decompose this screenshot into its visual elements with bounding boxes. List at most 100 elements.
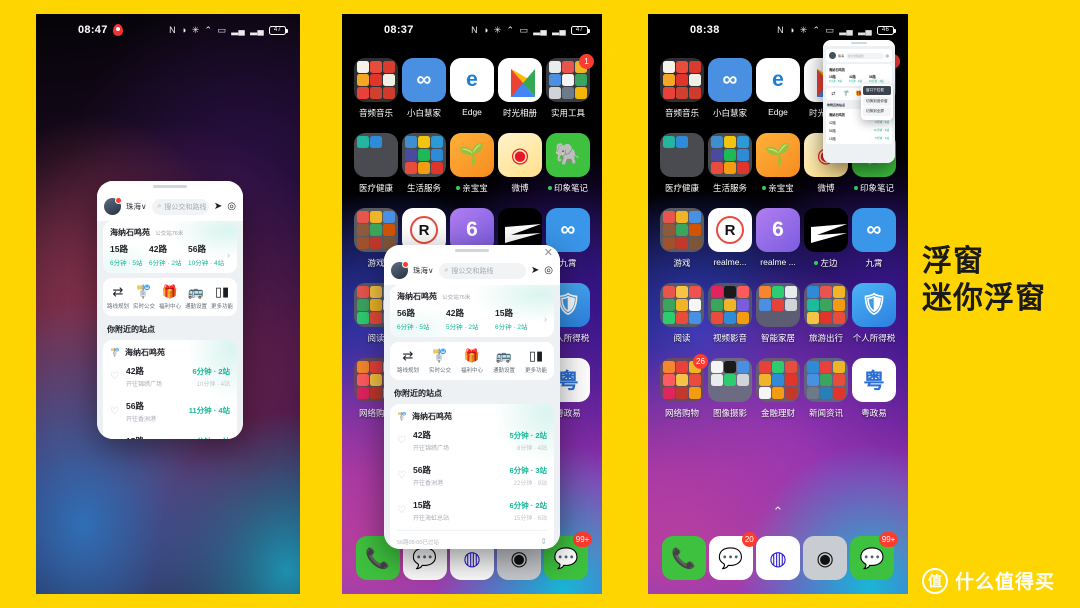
- avatar[interactable]: [104, 197, 122, 215]
- window-mode-menu[interactable]: 窗口下拉框 切换到迷你窗 切换到全屏: [861, 84, 893, 120]
- city-selector[interactable]: 珠海∨: [413, 265, 434, 276]
- tool-more[interactable]: ▯▮ 更多功能: [520, 349, 552, 374]
- app-item[interactable]: 左边: [803, 208, 849, 269]
- app-icon[interactable]: [756, 283, 800, 327]
- app-icon-wrap[interactable]: 🌱: [756, 133, 800, 177]
- app-item[interactable]: 图像摄影: [707, 358, 753, 419]
- mini-stop-card[interactable]: 海纳石鸣苑 15路 6分钟 · 5站 42路 6分钟 · 2站 56路 10分钟: [826, 64, 892, 86]
- app-icon-wrap[interactable]: [660, 58, 704, 102]
- app-icon[interactable]: 🌱: [756, 133, 800, 177]
- app-item[interactable]: 🛡 个人所得税: [851, 283, 897, 344]
- app-item[interactable]: e Edge: [755, 58, 801, 119]
- app-icon[interactable]: [756, 358, 800, 402]
- app-icon-wrap[interactable]: [804, 358, 848, 402]
- line-item[interactable]: 56路 6分钟 · 5站: [397, 307, 446, 331]
- favorite-icon[interactable]: ♡: [397, 505, 406, 516]
- favorite-icon[interactable]: ♡: [110, 371, 119, 382]
- mini-floating-window[interactable]: 珠海 搜公交和路线 ◎ 海纳石鸣苑 15路 6分钟 · 5站 42路 6分钟 ·…: [823, 40, 895, 163]
- app-icon-wrap[interactable]: [804, 208, 848, 252]
- app-icon[interactable]: ∞: [852, 208, 896, 252]
- locate-icon[interactable]: ◎: [544, 265, 553, 276]
- app-icon-wrap[interactable]: ∞: [708, 58, 752, 102]
- app-icon[interactable]: [804, 358, 848, 402]
- app-icon-wrap[interactable]: R: [708, 208, 752, 252]
- navigate-icon[interactable]: ➤: [531, 265, 539, 276]
- app-icon-wrap[interactable]: [708, 358, 752, 402]
- app-icon-wrap[interactable]: [498, 58, 542, 102]
- app-item[interactable]: 生活服务: [401, 133, 447, 194]
- app-icon-wrap[interactable]: [402, 133, 446, 177]
- dock-item[interactable]: ◍: [755, 536, 800, 580]
- favorite-icon[interactable]: ♡: [397, 435, 406, 446]
- tool-route-plan[interactable]: ⇄ 路线规划: [105, 285, 131, 310]
- tool-realtime-bus[interactable]: 🚏 实时公交: [424, 349, 456, 374]
- bus-row[interactable]: ♡ 42路 开往锦绣广场 5分钟 · 2站 8分钟 · 4站: [397, 422, 547, 457]
- floating-window[interactable]: ✕ 珠海∨ ⌕ 搜公交和路线 ➤ ◎ 海纳石鸣苑 公交站76米 56路 6分钟 …: [384, 245, 560, 549]
- phone-app-icon[interactable]: 📞: [661, 536, 706, 580]
- app-icon-wrap[interactable]: [660, 283, 704, 327]
- app-icon[interactable]: 🐘: [546, 133, 590, 177]
- line-item[interactable]: 42路 5分钟 · 2站: [446, 307, 495, 331]
- app-icon[interactable]: [708, 358, 752, 402]
- bus-row[interactable]: ♡ 15路 开往海虹总站 6分钟 · 2站 15分钟 · 6站: [397, 492, 547, 527]
- app-icon-wrap[interactable]: 26: [660, 354, 708, 402]
- app-item[interactable]: ∞ 小白慧家: [707, 58, 753, 119]
- expand-icon[interactable]: ⇕: [540, 537, 547, 546]
- menu-item-mini-window[interactable]: 切换到迷你窗: [863, 96, 891, 106]
- chevron-right-icon[interactable]: ›: [544, 314, 547, 324]
- app-icon-wrap[interactable]: 6: [756, 208, 800, 252]
- app-item[interactable]: 游戏: [659, 208, 705, 269]
- app-icon[interactable]: [660, 133, 704, 177]
- tool-route-plan[interactable]: ⇄ 路线规划: [392, 349, 424, 374]
- app-icon-wrap[interactable]: [756, 283, 800, 327]
- app-icon-wrap[interactable]: ∞: [852, 208, 896, 252]
- app-icon-wrap[interactable]: 🐘: [546, 133, 590, 177]
- app-item[interactable]: 🌱 亲宝宝: [449, 133, 495, 194]
- app-icon[interactable]: [402, 133, 446, 177]
- tool-more[interactable]: ▯▮ 更多功能: [209, 285, 235, 310]
- app-icon-wrap[interactable]: 粤: [852, 358, 896, 402]
- app-icon-wrap[interactable]: [756, 358, 800, 402]
- dock-item[interactable]: 💬20: [708, 532, 757, 580]
- search-input[interactable]: ⌕ 搜公交和路线: [438, 262, 526, 279]
- app-icon[interactable]: R: [708, 208, 752, 252]
- app-icon-wrap[interactable]: [660, 208, 704, 252]
- app-icon[interactable]: [708, 283, 752, 327]
- tool-commute[interactable]: 🚌 通勤设置: [183, 285, 209, 310]
- line-item[interactable]: 42路 6分钟 · 2站: [849, 74, 869, 83]
- avatar[interactable]: [829, 52, 836, 59]
- floating-window-small[interactable]: 珠海∨ ⌕ 搜公交和路线 ➤ ◎ 海纳石鸣苑 公交站76米 15路 6分钟 · …: [97, 181, 243, 439]
- window-drag-handle[interactable]: ✕: [384, 245, 560, 259]
- tool-benefits[interactable]: 🎁 福利中心: [456, 349, 488, 374]
- app-item[interactable]: 26 网络购物: [659, 354, 708, 419]
- app-icon[interactable]: ∞: [708, 58, 752, 102]
- nearby-stop-card[interactable]: 海纳石鸣苑 公交站76米 15路 6分钟 · 5站 42路 6分钟 · 2站 5…: [103, 221, 237, 273]
- search-input[interactable]: 搜公交和路线: [846, 52, 884, 59]
- app-icon[interactable]: 🛡: [852, 283, 896, 327]
- app-icon-wrap[interactable]: ◉: [498, 133, 542, 177]
- window-drag-handle[interactable]: [97, 181, 243, 192]
- app-icon[interactable]: ◉: [498, 133, 542, 177]
- app-item[interactable]: ∞ 小白慧家: [401, 58, 447, 119]
- app-item[interactable]: 视频影音: [707, 283, 753, 344]
- city-selector[interactable]: 珠海∨: [126, 201, 147, 212]
- browser-app-icon[interactable]: ◍: [755, 536, 800, 580]
- app-item[interactable]: Rrealme...: [707, 208, 753, 269]
- app-icon[interactable]: [498, 58, 542, 102]
- app-icon[interactable]: [660, 283, 704, 327]
- line-item[interactable]: 15路 6分钟 · 5站: [110, 243, 149, 267]
- app-item[interactable]: 生活服务: [707, 133, 753, 194]
- bus-row[interactable]: 15路 6分钟 · 1站: [829, 136, 889, 141]
- app-icon[interactable]: e: [450, 58, 494, 102]
- app-item[interactable]: 音频音乐: [353, 58, 399, 119]
- chevron-right-icon[interactable]: ›: [227, 250, 230, 260]
- app-icon-wrap[interactable]: [660, 133, 704, 177]
- app-icon-wrap[interactable]: 🛡: [852, 283, 896, 327]
- app-icon-wrap[interactable]: [708, 283, 752, 327]
- camera-app-icon[interactable]: ◉: [803, 536, 848, 580]
- app-icon[interactable]: [660, 208, 704, 252]
- menu-item-fullscreen[interactable]: 切换到全屏: [863, 107, 891, 116]
- line-item[interactable]: 15路 6分钟 · 2站: [495, 307, 544, 331]
- app-icon[interactable]: [660, 58, 704, 102]
- app-item[interactable]: 智能家居: [755, 283, 801, 344]
